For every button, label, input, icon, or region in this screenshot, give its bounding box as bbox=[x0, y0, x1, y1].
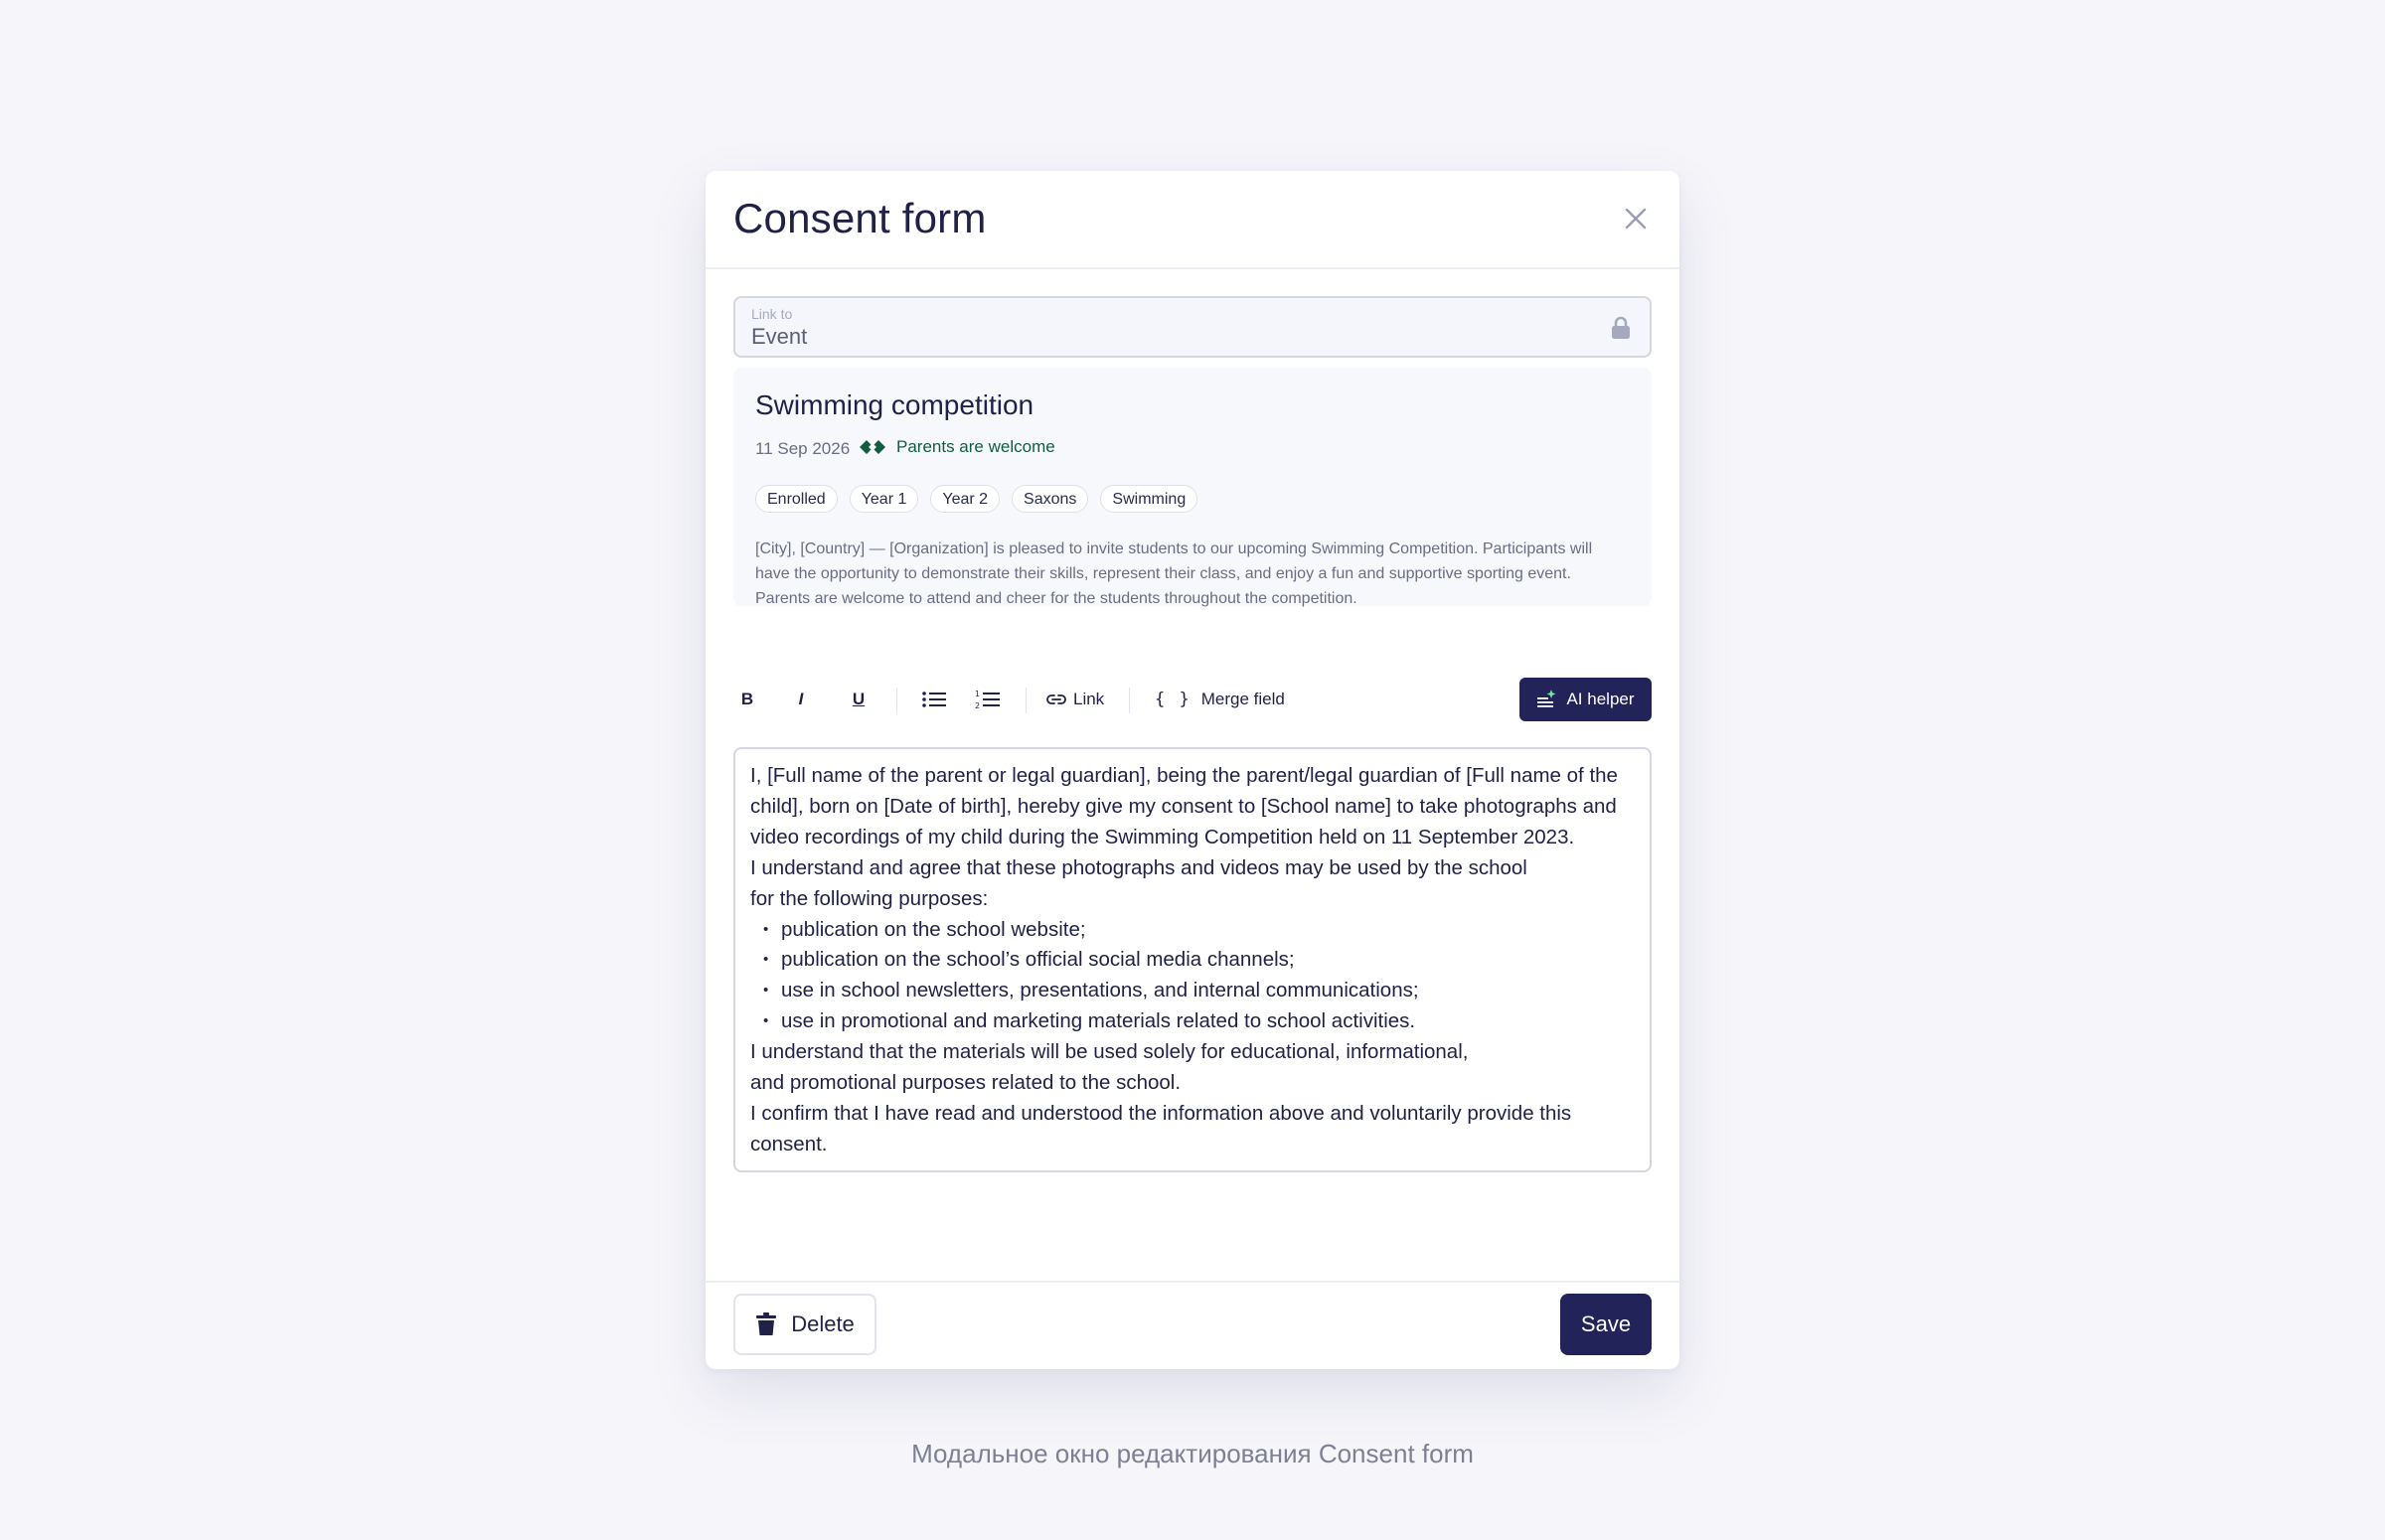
merge-field-button[interactable]: { } Merge field bbox=[1155, 678, 1285, 721]
tag: Enrolled bbox=[755, 485, 838, 513]
tag: Swimming bbox=[1100, 485, 1198, 513]
link-button-label: Link bbox=[1073, 690, 1105, 708]
numbered-list-icon: 1 2 bbox=[975, 690, 1000, 710]
list-item: publication on the school’s official soc… bbox=[763, 945, 1636, 976]
modal-title: Consent form bbox=[733, 195, 987, 241]
consent-text-editor[interactable]: I, [Full name of the parent or legal gua… bbox=[733, 747, 1652, 1172]
numbered-list-button[interactable]: 1 2 bbox=[972, 678, 1004, 721]
toolbar-divider bbox=[1026, 688, 1027, 713]
bold-button[interactable]: B bbox=[733, 678, 761, 721]
curly-braces-icon: { } bbox=[1155, 690, 1192, 709]
underline-button[interactable]: U bbox=[845, 678, 873, 721]
ai-sparkle-icon bbox=[1537, 690, 1556, 707]
event-card: Swimming competition 11 Sep 2026 Parents… bbox=[733, 368, 1652, 607]
event-tags: Enrolled Year 1 Year 2 Saxons Swimming bbox=[755, 485, 1198, 513]
italic-button[interactable]: I bbox=[787, 678, 815, 721]
consent-paragraph: I, [Full name of the parent or legal gua… bbox=[750, 764, 1618, 848]
link-to-field[interactable]: Link to Event bbox=[733, 296, 1652, 358]
text-line: for the following purposes: bbox=[750, 886, 989, 910]
link-icon bbox=[1046, 694, 1066, 704]
link-to-label: Link to bbox=[751, 306, 793, 322]
footer-divider bbox=[706, 1281, 1679, 1283]
text-line: I understand that the materials will be … bbox=[750, 1040, 1469, 1064]
tag: Year 2 bbox=[930, 485, 1001, 513]
editor-toolbar: B I U 1 2 Link {} Merge field AI helper bbox=[733, 678, 1652, 721]
list-item: use in promotional and marketing materia… bbox=[763, 1006, 1636, 1037]
event-date: 11 Sep 2026 bbox=[755, 439, 851, 458]
purposes-list: publication on the school website; publi… bbox=[750, 915, 1636, 1038]
bulleted-list-button[interactable] bbox=[918, 678, 950, 721]
toolbar-divider bbox=[896, 688, 897, 713]
consent-paragraph: I understand that the materials will be … bbox=[750, 1037, 1636, 1099]
list-item: publication on the school website; bbox=[763, 915, 1636, 946]
close-button[interactable] bbox=[1618, 201, 1654, 236]
link-button[interactable]: Link bbox=[1045, 678, 1104, 721]
link-to-value: Event bbox=[751, 324, 808, 349]
badge-label: Parents are welcome bbox=[896, 437, 1055, 456]
bulleted-list-icon bbox=[922, 692, 946, 707]
consent-paragraph: I understand and agree that these photog… bbox=[750, 853, 1636, 915]
tag: Year 1 bbox=[849, 485, 919, 513]
lock-icon bbox=[1612, 316, 1630, 339]
consent-paragraph: I confirm that I have read and understoo… bbox=[750, 1101, 1572, 1155]
parents-welcome-badge: Parents are welcome bbox=[859, 437, 1055, 457]
consent-form-modal: Consent form Link to Event Swimming comp… bbox=[706, 171, 1679, 1369]
ai-helper-label: AI helper bbox=[1566, 690, 1635, 708]
text-line: and promotional purposes related to the … bbox=[750, 1071, 1182, 1095]
toolbar-divider bbox=[1129, 688, 1130, 713]
merge-field-label: Merge field bbox=[1200, 690, 1285, 708]
save-button[interactable]: Save bbox=[1560, 1294, 1652, 1355]
svg-text:1: 1 bbox=[975, 690, 980, 698]
modal-header: Consent form bbox=[706, 171, 1679, 269]
page-caption: Модальное окно редактирования Consent fo… bbox=[911, 1439, 1474, 1468]
delete-button[interactable]: Delete bbox=[733, 1294, 876, 1355]
ai-helper-button[interactable]: AI helper bbox=[1519, 678, 1652, 721]
svg-text:2: 2 bbox=[975, 701, 980, 710]
list-item: use in school newsletters, presentations… bbox=[763, 976, 1636, 1006]
event-description: [City], [Country] — [Organization] is pl… bbox=[755, 540, 1593, 607]
event-title: Swimming competition bbox=[755, 389, 1034, 420]
delete-button-label: Delete bbox=[791, 1311, 855, 1336]
close-icon bbox=[1625, 208, 1647, 230]
tag: Saxons bbox=[1012, 485, 1089, 513]
trash-icon bbox=[756, 1312, 777, 1335]
handshake-icon bbox=[860, 440, 885, 454]
text-line: I understand and agree that these photog… bbox=[750, 855, 1527, 879]
